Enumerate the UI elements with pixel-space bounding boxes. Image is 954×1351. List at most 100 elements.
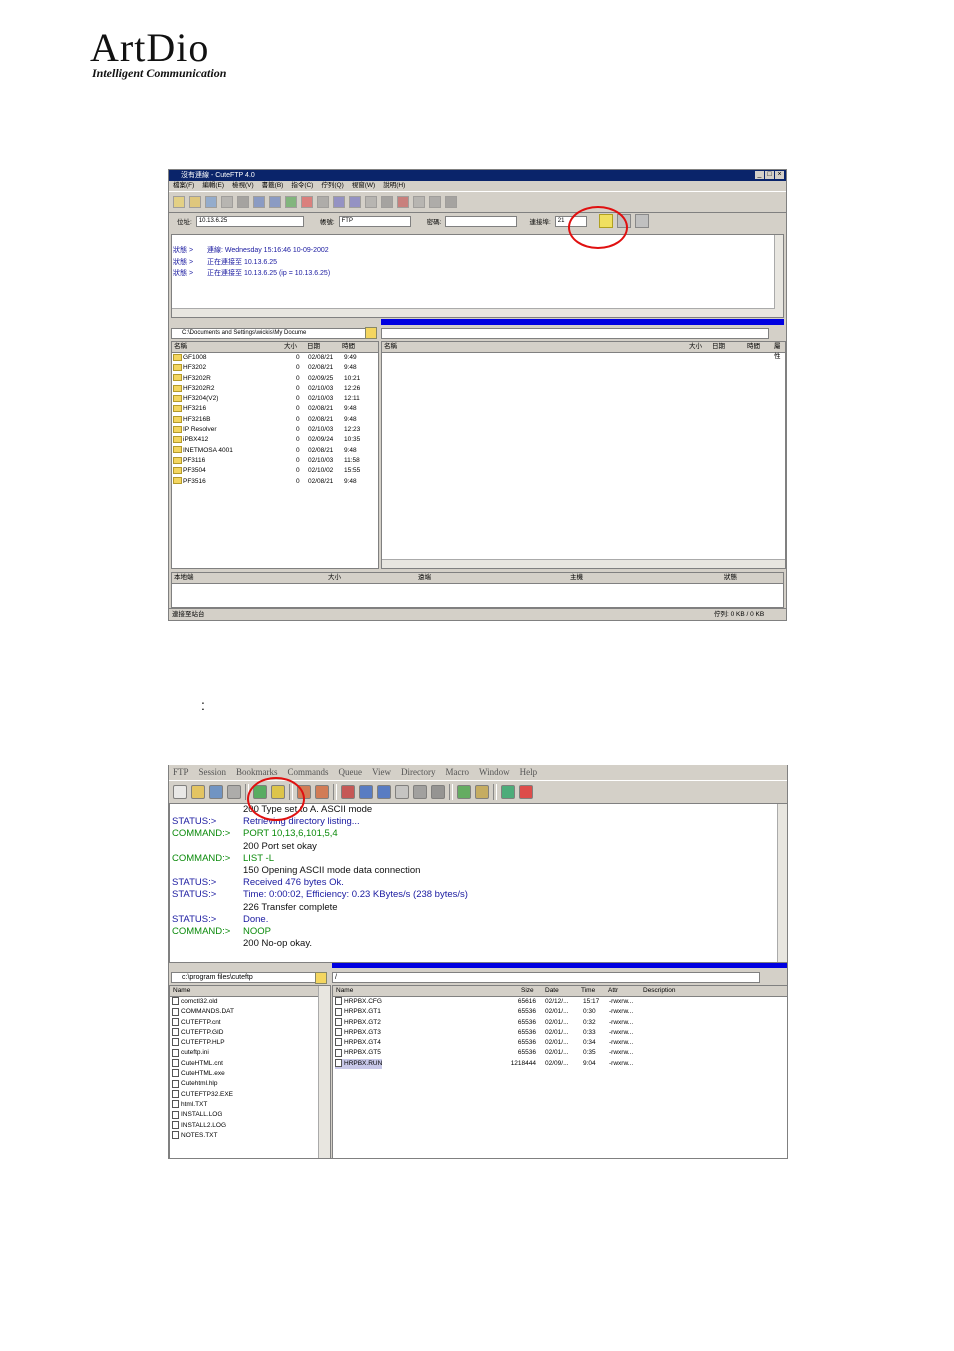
toolbar-icon[interactable] [381, 196, 393, 208]
reconnect-icon[interactable] [634, 214, 649, 228]
file-row[interactable]: INETMOSA 4001 0 02/08/21 9:48 [172, 446, 378, 456]
menu-item[interactable]: Macro [446, 765, 470, 780]
maximize-button[interactable]: □ [765, 171, 774, 179]
menu-item[interactable]: FTP [173, 765, 189, 780]
local-scrollbar-en[interactable] [318, 986, 330, 1158]
column-header[interactable]: Name [173, 986, 190, 996]
file-row[interactable]: HRPBX.CFG 65616 02/12/... 15:17 -rwxrw... [333, 997, 787, 1007]
up-folder-icon[interactable] [365, 327, 377, 339]
file-row[interactable]: PF3516 0 02/08/21 9:48 [172, 477, 378, 487]
remote-path-combo-en[interactable]: / [332, 972, 760, 983]
column-header[interactable]: 日期 [307, 342, 320, 352]
toolbar-icon[interactable] [301, 196, 313, 208]
toolbar-icon[interactable] [189, 196, 201, 208]
column-header[interactable]: Attr [608, 986, 618, 996]
remote-hscrollbar[interactable] [382, 559, 785, 568]
file-row[interactable]: IP Resolver 0 02/10/03 12:23 [172, 425, 378, 435]
column-header[interactable]: 本地端 [174, 573, 194, 583]
toolbar-icon[interactable] [317, 196, 329, 208]
toolbar-icon[interactable] [341, 785, 355, 799]
file-row[interactable]: HF3216B 0 02/08/21 9:48 [172, 415, 378, 425]
toolbar-icon[interactable] [519, 785, 533, 799]
toolbar-icon[interactable] [333, 196, 345, 208]
file-row[interactable]: CUTEFTP.cnt [170, 1017, 330, 1028]
column-header[interactable]: 主機 [570, 573, 583, 583]
file-row[interactable]: CuteHTML.exe [170, 1069, 330, 1079]
column-header[interactable]: Time [581, 986, 595, 996]
file-row[interactable]: HRPBX.GT4 65536 02/01/... 0:34 -rwxrw... [333, 1038, 787, 1048]
log-scrollbar[interactable] [774, 235, 783, 317]
column-header[interactable]: Date [545, 986, 559, 996]
toolbar-icon[interactable] [501, 785, 515, 799]
toolbar-icon[interactable] [205, 196, 217, 208]
toolbar-icon[interactable] [173, 785, 187, 799]
toolbar-icon[interactable] [237, 196, 249, 208]
toolbar-icon[interactable] [475, 785, 489, 799]
toolbar-icon[interactable] [209, 785, 223, 799]
column-header[interactable]: Description [643, 986, 676, 996]
toolbar-icon[interactable] [445, 196, 457, 208]
log-hscrollbar[interactable] [172, 308, 775, 317]
file-row[interactable]: HRPBX.GT1 65536 02/01/... 0:30 -rwxrw... [333, 1007, 787, 1017]
menu-item[interactable]: 書籤(B) [262, 181, 284, 191]
file-row[interactable]: comctl32.old [170, 997, 330, 1007]
toolbar-icon[interactable] [377, 785, 391, 799]
column-header[interactable]: 名稱 [174, 342, 187, 352]
column-header[interactable]: 大小 [689, 342, 702, 352]
menu-item[interactable]: View [372, 765, 391, 780]
toolbar-icon[interactable] [253, 196, 265, 208]
toolbar-icon[interactable] [285, 196, 297, 208]
address-input[interactable]: 10.13.6.25 [195, 215, 304, 227]
file-row[interactable]: PF3504 0 02/10/02 15:55 [172, 466, 378, 476]
toolbar-icon[interactable] [221, 196, 233, 208]
toolbar-icon[interactable] [349, 196, 361, 208]
menu-item[interactable]: Window [479, 765, 510, 780]
toolbar-icon[interactable] [457, 785, 471, 799]
file-row[interactable]: NOTES.TXT [170, 1131, 330, 1141]
toolbar-icon[interactable] [397, 196, 409, 208]
local-path-combo-en[interactable]: c:\program files\cuteftp [171, 972, 321, 983]
file-row[interactable]: cuteftp.ini [170, 1048, 330, 1058]
local-path-combo[interactable]: C:\Documents and Settings\wickis\My Docu… [171, 328, 371, 339]
toolbar-icon[interactable] [315, 785, 329, 799]
toolbar-icon[interactable] [365, 196, 377, 208]
file-row[interactable]: Cutehtml.hlp [170, 1079, 330, 1089]
file-row[interactable]: CUTEFTP.HLP [170, 1038, 330, 1048]
menu-item[interactable]: Directory [401, 765, 435, 780]
file-row[interactable]: HF3202R 0 02/09/25 10:21 [172, 374, 378, 384]
column-header[interactable]: 屬性 [774, 342, 785, 362]
column-header[interactable]: 遠端 [418, 573, 431, 583]
file-row[interactable]: HF3204(V2) 0 02/10/03 12:11 [172, 394, 378, 404]
file-row[interactable]: HRPBX.GT5 65536 02/01/... 0:35 -rwxrw... [333, 1048, 787, 1058]
toolbar-icon[interactable] [413, 785, 427, 799]
file-row[interactable]: PF3116 0 02/10/03 11:58 [172, 456, 378, 466]
menu-item[interactable]: 視窗(W) [352, 181, 375, 191]
file-row[interactable]: HF3202R2 0 02/10/03 12:26 [172, 384, 378, 394]
column-header[interactable]: 日期 [712, 342, 725, 352]
file-row[interactable]: iPBX412 0 02/09/24 10:35 [172, 435, 378, 445]
column-header[interactable]: Name [336, 986, 353, 996]
menu-item[interactable]: Commands [288, 765, 329, 780]
file-row[interactable]: HRPBX.GT3 65536 02/01/... 0:33 -rwxrw... [333, 1028, 787, 1038]
menu-item[interactable]: Session [199, 765, 227, 780]
toolbar-icon[interactable] [431, 785, 445, 799]
file-row[interactable]: HRPBX.GT2 65536 02/01/... 0:32 -rwxrw... [333, 1017, 787, 1028]
menu-item[interactable]: 指令(C) [291, 181, 313, 191]
toolbar-icon[interactable] [429, 196, 441, 208]
remote-path-combo[interactable] [381, 328, 769, 339]
file-row[interactable]: CuteHTML.cnt [170, 1059, 330, 1069]
user-input[interactable]: FTP [338, 215, 411, 227]
column-header[interactable]: 時間 [747, 342, 760, 352]
column-header[interactable]: 大小 [328, 573, 341, 583]
menu-item[interactable]: 編輯(E) [202, 181, 224, 191]
menu-item[interactable]: 說明(H) [383, 181, 405, 191]
column-header[interactable]: 大小 [284, 342, 297, 352]
column-header[interactable]: Size [521, 986, 534, 996]
file-row[interactable]: INSTALL2.LOG [170, 1120, 330, 1131]
file-row[interactable]: HF3202 0 02/08/21 9:48 [172, 363, 378, 373]
file-row[interactable]: HF3216 0 02/08/21 9:48 [172, 404, 378, 414]
toolbar-icon[interactable] [173, 196, 185, 208]
toolbar-icon[interactable] [191, 785, 205, 799]
up-folder-icon-en[interactable] [315, 972, 327, 984]
file-row[interactable]: CUTEFTP.GID [170, 1028, 330, 1038]
